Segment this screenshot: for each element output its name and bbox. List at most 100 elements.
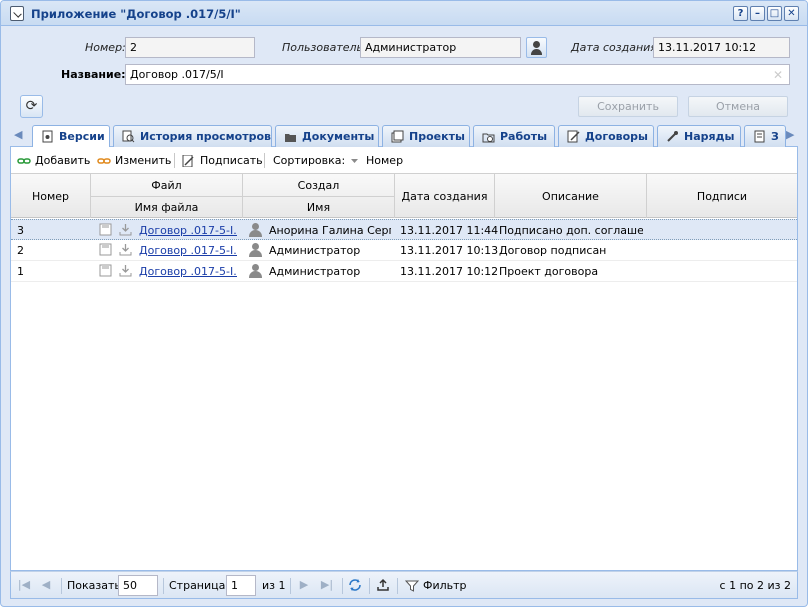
col-file-name[interactable]: Имя файла bbox=[91, 196, 243, 218]
add-label: Добавить bbox=[35, 154, 91, 167]
user-field[interactable]: Администратор bbox=[360, 37, 521, 58]
show-label: Показать bbox=[67, 579, 121, 592]
user-select-button[interactable] bbox=[526, 37, 547, 58]
pager-separator bbox=[61, 578, 62, 594]
download-file-icon[interactable] bbox=[119, 243, 132, 256]
sign-icon bbox=[182, 154, 194, 167]
created-field[interactable]: 13.11.2017 10:12 bbox=[653, 37, 790, 58]
file-link[interactable]: Договор .017-5-I... bbox=[139, 244, 237, 257]
user-label: Пользователь: bbox=[282, 41, 367, 54]
tab-projects[interactable]: Проекты bbox=[382, 125, 470, 147]
save-file-icon[interactable] bbox=[99, 243, 112, 256]
tab-label: История просмотров bbox=[140, 130, 272, 143]
number-label: Номер: bbox=[85, 41, 126, 54]
pager-separator bbox=[369, 578, 370, 594]
row-description: Подписано доп. соглаше... bbox=[499, 224, 643, 237]
row-created: 13.11.2017 10:13 bbox=[400, 244, 499, 257]
col-description[interactable]: Описание bbox=[495, 174, 647, 218]
contracts-icon bbox=[567, 130, 580, 143]
col-creator-name[interactable]: Имя bbox=[243, 196, 395, 218]
row-created: 13.11.2017 10:12 bbox=[400, 265, 499, 278]
tab-scroll-right-icon[interactable]: ▶ bbox=[786, 128, 796, 142]
toolbar-separator bbox=[174, 153, 175, 168]
row-number: 3 bbox=[17, 224, 24, 237]
help-button[interactable]: ? bbox=[733, 6, 748, 21]
name-label: Название: bbox=[61, 68, 126, 81]
sort-desc-icon bbox=[351, 158, 358, 163]
file-link[interactable]: Договор .017-5-I... bbox=[139, 224, 237, 237]
cancel-button[interactable]: Отмена bbox=[688, 96, 788, 117]
refresh-icon[interactable] bbox=[348, 578, 362, 592]
col-number[interactable]: Номер bbox=[11, 174, 91, 218]
page-input[interactable]: 1 bbox=[226, 575, 256, 596]
sign-label: Подписать bbox=[200, 154, 263, 167]
next-page-icon[interactable]: ▶ bbox=[297, 578, 311, 592]
tab-orders[interactable]: Наряды bbox=[657, 125, 741, 147]
save-button[interactable]: Сохранить bbox=[578, 96, 678, 117]
maximize-button[interactable]: □ bbox=[767, 6, 782, 21]
last-page-icon[interactable]: ▶| bbox=[320, 578, 334, 592]
tab-scroll-left-icon[interactable]: ◀ bbox=[14, 128, 24, 142]
edit-button[interactable]: Изменить bbox=[97, 154, 171, 167]
tab-contracts[interactable]: Договоры bbox=[558, 125, 654, 147]
file-link[interactable]: Договор .017-5-I... bbox=[139, 265, 237, 278]
number-field[interactable]: 2 bbox=[125, 37, 255, 58]
add-button[interactable]: Добавить bbox=[17, 154, 90, 167]
sort-field: Номер bbox=[366, 154, 404, 167]
edit-label: Изменить bbox=[115, 154, 172, 167]
sort-label: Сортировка: bbox=[273, 154, 346, 167]
row-description: Договор подписан bbox=[499, 244, 607, 257]
tab-documents[interactable]: Документы bbox=[275, 125, 379, 147]
tab-works[interactable]: Работы bbox=[473, 125, 555, 147]
table-row[interactable]: 2 Договор .017-5-I... Администратор 13.1… bbox=[11, 240, 797, 261]
row-creator: Администратор bbox=[269, 244, 361, 257]
row-creator: Анорина Галина Серг... bbox=[269, 224, 391, 237]
tab-versions[interactable]: Версии bbox=[32, 125, 110, 148]
link-add-icon bbox=[17, 157, 31, 164]
row-description: Проект договора bbox=[499, 265, 599, 278]
paging-summary: с 1 по 2 из 2 bbox=[719, 579, 791, 592]
projects-icon bbox=[391, 130, 404, 143]
name-field[interactable]: Договор .017/5/I ✕ bbox=[125, 64, 790, 85]
row-number: 2 bbox=[17, 244, 24, 257]
title-bar[interactable]: Приложение "Договор .017/5/I" ? – □ ✕ bbox=[1, 1, 807, 26]
tab-label: Договоры bbox=[585, 130, 648, 143]
tab-history[interactable]: История просмотров bbox=[113, 125, 272, 147]
page-size-input[interactable]: 50 bbox=[118, 575, 158, 596]
history-icon bbox=[122, 130, 135, 143]
table-row[interactable]: 3 Договор .017-5-I... Анорина Галина Сер… bbox=[11, 219, 797, 240]
window-controls: ? – □ ✕ bbox=[733, 6, 799, 21]
col-created[interactable]: Дата создания bbox=[395, 174, 495, 218]
more-icon bbox=[754, 130, 765, 143]
download-icon bbox=[10, 6, 24, 21]
filter-icon bbox=[405, 580, 419, 592]
sign-button[interactable]: Подписать bbox=[182, 154, 263, 167]
close-button[interactable]: ✕ bbox=[784, 6, 799, 21]
tab-more[interactable]: З bbox=[744, 125, 786, 147]
page-count: из 1 bbox=[262, 579, 286, 592]
col-signatures[interactable]: Подписи bbox=[647, 174, 797, 218]
export-icon[interactable] bbox=[376, 578, 390, 592]
first-page-icon[interactable]: |◀ bbox=[17, 578, 31, 592]
filter-button[interactable]: Фильтр bbox=[405, 579, 467, 592]
row-created: 13.11.2017 11:44 bbox=[400, 224, 499, 237]
paging-toolbar: |◀ ◀ Показать 50 Страница 1 из 1 ▶ ▶| Фи… bbox=[10, 571, 798, 599]
toolbar-separator bbox=[264, 153, 265, 168]
tab-label: Проекты bbox=[409, 130, 465, 143]
sort-number-button[interactable]: Номер bbox=[348, 154, 403, 167]
prev-page-icon[interactable]: ◀ bbox=[39, 578, 53, 592]
table-row[interactable]: 1 Договор .017-5-I... Администратор 13.1… bbox=[11, 261, 797, 282]
clear-icon[interactable]: ✕ bbox=[773, 68, 783, 82]
documents-icon bbox=[285, 134, 296, 142]
page-label: Страница bbox=[169, 579, 226, 592]
tab-label: Документы bbox=[302, 130, 375, 143]
refresh-button[interactable]: ⟳ bbox=[20, 95, 43, 118]
row-number: 1 bbox=[17, 265, 24, 278]
header-form: Номер: 2 Пользователь: Администратор Дат… bbox=[10, 28, 798, 121]
download-file-icon[interactable] bbox=[119, 264, 132, 277]
download-file-icon[interactable] bbox=[119, 223, 132, 236]
pager-separator bbox=[342, 578, 343, 594]
save-file-icon[interactable] bbox=[99, 264, 112, 277]
save-file-icon[interactable] bbox=[99, 223, 112, 236]
minimize-button[interactable]: – bbox=[750, 6, 765, 21]
